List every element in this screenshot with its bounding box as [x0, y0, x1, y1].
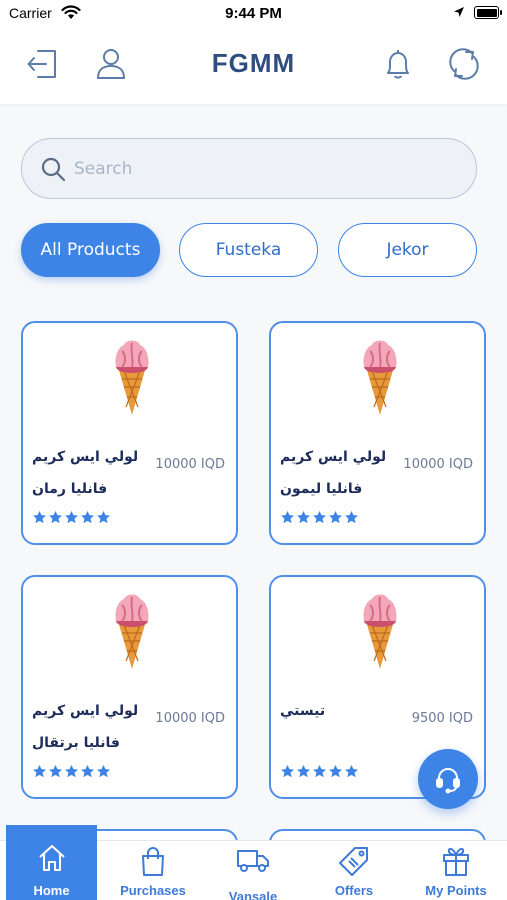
star-icon [281, 764, 294, 778]
product-price: 9500 IQD [411, 711, 473, 726]
tab-offers[interactable]: Offers [306, 841, 402, 900]
tab-purchases[interactable]: Purchases [104, 841, 202, 900]
app-title: FGMM [211, 48, 296, 78]
star-icon [81, 764, 94, 778]
star-icon [97, 510, 110, 524]
tag-icon [339, 847, 368, 876]
status-bar: Carrier 9:44 PM [0, 0, 507, 28]
star-icon [313, 510, 326, 524]
tab-label: Offers [334, 883, 374, 898]
tab-label: Home [33, 883, 70, 898]
rating-stars [280, 510, 359, 525]
tab-label: Vansale [228, 889, 278, 900]
product-price: 10000 IQD [155, 711, 225, 726]
star-icon [49, 510, 62, 524]
rating-stars [32, 510, 111, 525]
tab-label: My Points [425, 883, 487, 898]
support-button[interactable] [418, 749, 478, 809]
sync-button[interactable] [446, 46, 482, 82]
clock: 9:44 PM [225, 5, 282, 22]
app-header: FGMM [0, 28, 507, 104]
home-icon [38, 845, 65, 871]
star-icon [297, 510, 310, 524]
ice-cream-cone-image [115, 340, 149, 415]
product-name: تيستي [280, 703, 326, 719]
star-icon [297, 764, 310, 778]
truck-icon [237, 850, 269, 872]
shopping-bag-icon [142, 847, 164, 876]
search-icon [41, 157, 66, 182]
product-card[interactable]: لولي ايس كريم فانليا برتقال 10000 IQD [21, 575, 238, 799]
star-icon [313, 764, 326, 778]
star-icon [33, 764, 46, 778]
tab-my-points[interactable]: My Points [408, 841, 504, 900]
star-icon [329, 764, 342, 778]
star-icon [329, 510, 342, 524]
star-icon [65, 510, 78, 524]
star-icon [33, 510, 46, 524]
gift-icon [443, 847, 469, 876]
search-bar[interactable] [21, 138, 477, 199]
headset-icon [436, 768, 460, 794]
refresh-icon [449, 48, 479, 80]
product-name: لولي ايس كريم فانليا رمان [32, 449, 139, 497]
filter-jekor[interactable]: Jekor [338, 223, 477, 277]
product-name: لولي ايس كريم فانليا برتقال [32, 703, 139, 751]
product-price: 10000 IQD [403, 457, 473, 472]
rating-stars [280, 764, 359, 779]
star-icon [81, 510, 94, 524]
tab-home[interactable]: Home [6, 825, 97, 900]
bottom-tab-bar: Home Purchases Vansale Offers My Points [0, 825, 507, 900]
filter-fusteka[interactable]: Fusteka [179, 223, 318, 277]
product-price: 10000 IQD [155, 457, 225, 472]
filter-all-products[interactable]: All Products [21, 223, 160, 277]
star-icon [65, 764, 78, 778]
tab-label: Purchases [120, 883, 186, 898]
product-card[interactable]: لولي ايس كريم فانليا رمان 10000 IQD [21, 321, 238, 545]
star-icon [97, 764, 110, 778]
notifications-button[interactable] [380, 46, 416, 82]
star-icon [345, 764, 358, 778]
product-name: لولي ايس كريم فانليا ليمون [280, 449, 387, 497]
ice-cream-cone-image [115, 594, 149, 669]
battery-icon [474, 6, 502, 19]
star-icon [345, 510, 358, 524]
ice-cream-cone-image [363, 594, 397, 669]
product-card[interactable]: لولي ايس كريم فانليا ليمون 10000 IQD [269, 321, 486, 545]
ice-cream-cone-image [363, 340, 397, 415]
location-arrow-icon [454, 7, 464, 17]
star-icon [281, 510, 294, 524]
tab-vansale[interactable]: Vansale [205, 841, 301, 900]
star-icon [49, 764, 62, 778]
search-input[interactable] [74, 153, 454, 185]
rating-stars [32, 764, 111, 779]
bell-icon [387, 50, 409, 79]
